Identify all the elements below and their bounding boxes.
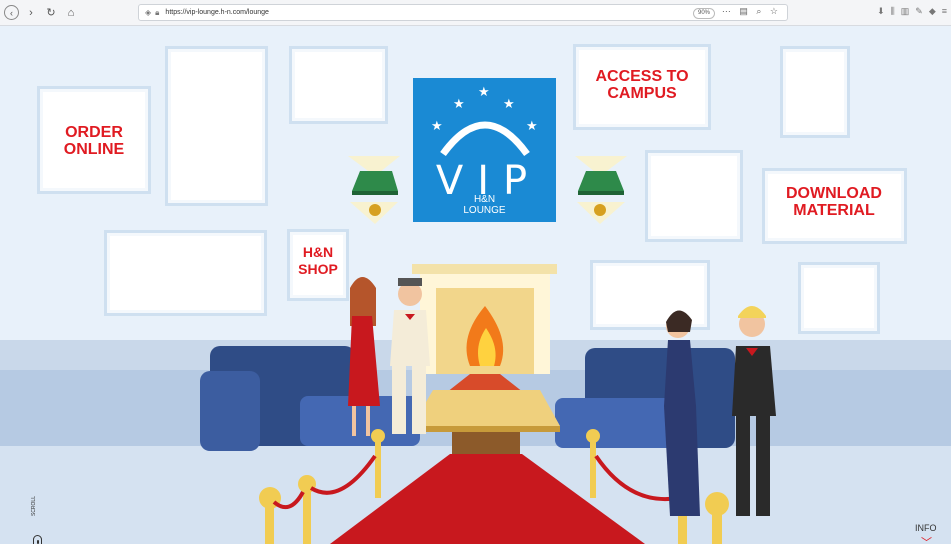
home-icon[interactable]: ⌂ (63, 5, 79, 21)
mouse-scroll-icon (33, 535, 42, 544)
chevron-down-icon[interactable]: ﹀ (921, 534, 932, 544)
lounge-illustration (0, 156, 951, 544)
forward-arrow-icon[interactable]: › (23, 5, 39, 21)
wall-lamp-icon (575, 156, 627, 224)
back-arrow-icon[interactable]: ‹ (4, 5, 19, 20)
browser-toolbar: ‹ › ↻ ⌂ ◈ 🔒︎ https://vip-lounge.h-n.com/… (0, 0, 951, 26)
reload-icon[interactable]: ↻ (43, 5, 59, 21)
scroll-hint: SCROLL (31, 496, 37, 517)
menu-icon[interactable]: ≡ (942, 6, 947, 17)
lounge-scene: ORDER ONLINE ACCESS TO CAMPUS DOWNLOAD M… (0, 26, 951, 544)
extension-icons[interactable]: ⬇ ⫼ ▥ ✎ ◆ ≡ (877, 6, 947, 17)
info-button[interactable]: INFO (915, 523, 937, 533)
shield-icon: ◈ (145, 8, 152, 17)
library-icon[interactable]: ⫼ (891, 6, 895, 17)
zoom-level[interactable]: 90% (692, 8, 715, 19)
extension-icon[interactable]: ✎ (915, 6, 923, 17)
account-icon[interactable]: ◆ (929, 6, 936, 17)
download-icon[interactable]: ⬇ (877, 6, 885, 17)
sidebar-icon[interactable]: ▥ (901, 6, 910, 17)
wall-lamp-icon (348, 156, 400, 224)
lock-icon: 🔒︎ (155, 7, 160, 17)
page-actions-icons[interactable]: ⋯ ▤ ⌕ ☆ (722, 6, 781, 17)
address-bar[interactable]: ◈ 🔒︎ https://vip-lounge.h-n.com/lounge 9… (138, 4, 788, 21)
url-text: https://vip-lounge.h-n.com/lounge (165, 9, 269, 16)
